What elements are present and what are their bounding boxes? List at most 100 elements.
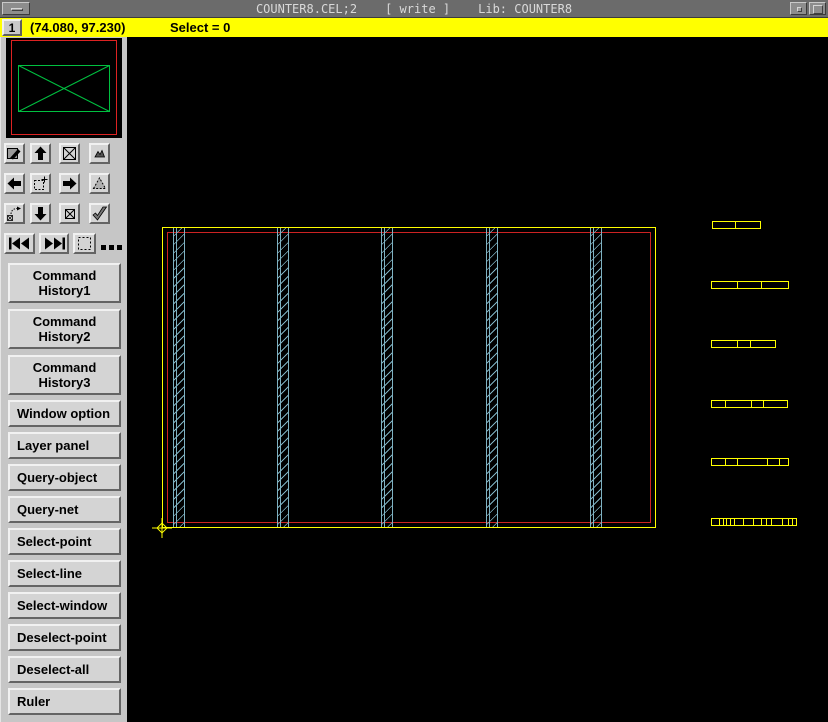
- dashed-box-icon: [76, 235, 93, 252]
- ruler-button[interactable]: Ruler: [8, 688, 121, 715]
- pan-right-button[interactable]: [59, 173, 80, 194]
- view-first-button[interactable]: [4, 233, 35, 254]
- window-menu-icon: [11, 8, 23, 11]
- command-history1-button[interactable]: Command History1: [8, 263, 121, 303]
- ruler-tick: [730, 519, 731, 525]
- redraw-button[interactable]: [4, 143, 25, 164]
- ruler-tick: [767, 459, 768, 465]
- ruler-tick: [737, 282, 738, 288]
- zoom-fit-button[interactable]: [59, 143, 80, 164]
- query-object-button[interactable]: Query-object: [8, 464, 121, 491]
- ruler-tick: [735, 222, 736, 228]
- zoom-peak-large-button[interactable]: [89, 173, 110, 194]
- status-bar: 1 (74.080, 97.230) Select = 0: [0, 18, 828, 37]
- more-options-button[interactable]: [101, 245, 122, 250]
- crosshair-icon: [151, 517, 173, 539]
- layer-panel-button[interactable]: Layer panel: [8, 432, 121, 459]
- cursor-crosshair: [151, 517, 173, 539]
- peak-small-icon: [91, 145, 108, 162]
- minimize-button[interactable]: [790, 2, 807, 15]
- ruler-tick: [734, 519, 735, 525]
- ruler-tick: [779, 459, 780, 465]
- window-option-button[interactable]: Window option: [8, 400, 121, 427]
- drawing-canvas[interactable]: [127, 37, 828, 722]
- application-window: COUNTER8.CEL;2 [ write ] Lib: COUNTER8 1…: [0, 0, 828, 722]
- check-icon: [91, 205, 108, 222]
- ruler-tick: [726, 519, 727, 525]
- command-history2-button[interactable]: Command History2: [8, 309, 121, 349]
- view-last-button[interactable]: [39, 233, 69, 254]
- ruler-tick: [763, 401, 764, 407]
- select-window-button[interactable]: Select-window: [8, 592, 121, 619]
- redraw-icon: [6, 145, 23, 162]
- zoom-fit-small-button[interactable]: [59, 203, 80, 224]
- zoom-area-button[interactable]: [30, 173, 51, 194]
- ruler-tick: [782, 519, 783, 525]
- well-stripe[interactable]: [590, 228, 602, 527]
- well-stripe[interactable]: [173, 228, 185, 527]
- cell-inner-boundary[interactable]: [167, 232, 651, 523]
- ruler-tick: [737, 459, 738, 465]
- well-stripe[interactable]: [277, 228, 289, 527]
- ruler-tick: [792, 519, 793, 525]
- titlebar: COUNTER8.CEL;2 [ write ] Lib: COUNTER8: [0, 0, 828, 18]
- select-count: Select = 0: [170, 20, 230, 35]
- check-button[interactable]: [89, 203, 110, 224]
- pan-up-button[interactable]: [30, 143, 51, 164]
- window-title: COUNTER8.CEL;2 [ write ] Lib: COUNTER8: [40, 0, 788, 17]
- ruler-bar[interactable]: [711, 340, 776, 348]
- well-stripe[interactable]: [486, 228, 498, 527]
- ruler-tick: [723, 519, 724, 525]
- ruler-bar[interactable]: [711, 400, 788, 408]
- maximize-button[interactable]: [809, 2, 826, 15]
- view-last-icon: [41, 236, 67, 251]
- select-line-button[interactable]: Select-line: [8, 560, 121, 587]
- cursor-coordinates: (74.080, 97.230): [30, 20, 125, 35]
- ruler-tick: [766, 519, 767, 525]
- zoom-fit-icon: [61, 145, 78, 162]
- title-library: Lib: COUNTER8: [478, 2, 572, 16]
- cell-overview-preview[interactable]: [6, 38, 122, 138]
- minimize-icon: [797, 7, 802, 12]
- title-write-mode: [ write ]: [385, 2, 450, 16]
- zoom-area-icon: [32, 175, 49, 192]
- ruler-bar[interactable]: [711, 518, 797, 526]
- pan-down-button[interactable]: [30, 203, 51, 224]
- select-point-button[interactable]: Select-point: [8, 528, 121, 555]
- well-stripe[interactable]: [381, 228, 393, 527]
- sidebar: Command History1 Command History2 Comman…: [0, 37, 127, 722]
- ruler-tick: [719, 519, 720, 525]
- selection-box-button[interactable]: [73, 233, 96, 254]
- pan-up-icon: [32, 145, 49, 162]
- zoom-fit-small-icon: [61, 205, 78, 222]
- pan-down-icon: [32, 205, 49, 222]
- pan-left-icon: [6, 175, 23, 192]
- ruler-tick: [761, 282, 762, 288]
- query-net-button[interactable]: Query-net: [8, 496, 121, 523]
- zoom-peak-small-button[interactable]: [89, 143, 110, 164]
- peak-large-icon: [91, 175, 108, 192]
- ruler-bar[interactable]: [711, 458, 789, 466]
- ruler-bar[interactable]: [712, 221, 761, 229]
- ruler-tick: [737, 341, 738, 347]
- ruler-tick: [761, 519, 762, 525]
- view-first-icon: [7, 236, 33, 251]
- view-number-badge[interactable]: 1: [2, 19, 22, 36]
- ruler-tick: [725, 459, 726, 465]
- ruler-tick: [725, 401, 726, 407]
- command-history3-button[interactable]: Command History3: [8, 355, 121, 395]
- deselect-point-button[interactable]: Deselect-point: [8, 624, 121, 651]
- ruler-tick: [788, 519, 789, 525]
- pan-left-button[interactable]: [4, 173, 25, 194]
- ruler-bar[interactable]: [711, 281, 789, 289]
- ruler-tick: [751, 401, 752, 407]
- ruler-tick: [753, 519, 754, 525]
- window-menu-button[interactable]: [2, 2, 30, 15]
- preview-graphic: [6, 38, 122, 138]
- zoom-previous-button[interactable]: [4, 203, 25, 224]
- title-filename: COUNTER8.CEL;2: [256, 2, 357, 16]
- more-options-icon: [101, 245, 106, 250]
- deselect-all-button[interactable]: Deselect-all: [8, 656, 121, 683]
- ruler-tick: [743, 519, 744, 525]
- zoom-previous-icon: [6, 205, 23, 222]
